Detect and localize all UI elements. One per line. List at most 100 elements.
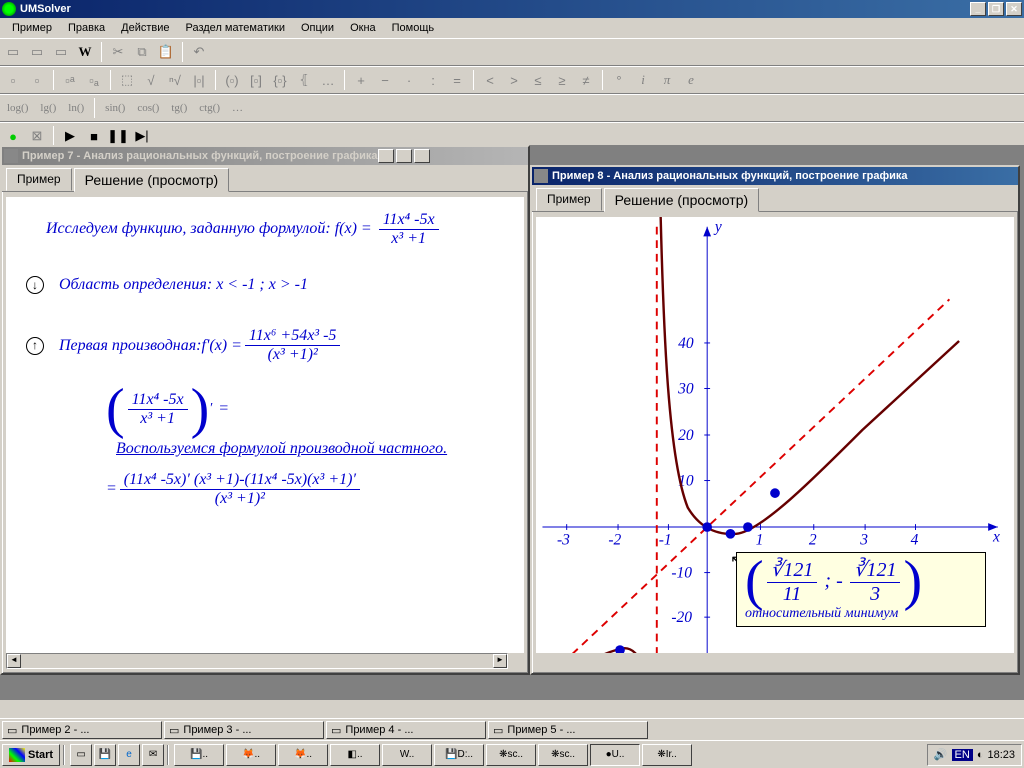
- template-2[interactable]: ▫: [26, 69, 48, 91]
- system-tray[interactable]: 🔊 EN ◐ 18:23: [927, 744, 1022, 766]
- fn-tg[interactable]: tg(): [166, 97, 192, 119]
- template-dots[interactable]: …: [317, 69, 339, 91]
- task-app-5[interactable]: W..: [382, 744, 432, 766]
- record-icon[interactable]: ●: [2, 125, 24, 147]
- fn-lg[interactable]: lg(): [35, 97, 61, 119]
- op-gt[interactable]: >: [503, 69, 525, 91]
- win7-hscroll[interactable]: ◄ ►: [6, 653, 508, 669]
- win7-tab-example[interactable]: Пример: [6, 168, 72, 191]
- op-div[interactable]: :: [422, 69, 444, 91]
- step-icon[interactable]: ▶|: [131, 125, 153, 147]
- template-system[interactable]: ⦃: [293, 69, 315, 91]
- op-lt[interactable]: <: [479, 69, 501, 91]
- template-brace[interactable]: {▫}: [269, 69, 291, 91]
- win7-maximize[interactable]: □: [396, 149, 412, 163]
- pause-icon[interactable]: ❚❚: [107, 125, 129, 147]
- restore-button[interactable]: ❐: [988, 2, 1004, 16]
- window7-titlebar[interactable]: Пример 7 - Анализ рациональных функций, …: [2, 147, 528, 165]
- fpx-label: f'(x) =: [202, 337, 242, 355]
- template-paren[interactable]: (▫): [221, 69, 243, 91]
- op-ne[interactable]: ≠: [575, 69, 597, 91]
- fn-log[interactable]: log(): [2, 97, 33, 119]
- op-eq[interactable]: =: [446, 69, 468, 91]
- sym-pi[interactable]: π: [656, 69, 678, 91]
- scroll-left-icon[interactable]: ◄: [7, 654, 21, 668]
- stop-icon[interactable]: ■: [83, 125, 105, 147]
- template-sqrt[interactable]: √: [140, 69, 162, 91]
- template-bracket[interactable]: [▫]: [245, 69, 267, 91]
- mdi-tab-4[interactable]: ▭Пример 4 - ...: [326, 721, 486, 739]
- sym-e[interactable]: e: [680, 69, 702, 91]
- minimize-button[interactable]: _: [970, 2, 986, 16]
- template-nroot[interactable]: ⁿ√: [164, 69, 186, 91]
- task-app-6[interactable]: 💾D:..: [434, 744, 484, 766]
- menu-math-section[interactable]: Раздел математики: [178, 20, 293, 36]
- task-umsolver[interactable]: ●U..: [590, 744, 640, 766]
- quick-save-icon[interactable]: 💾: [94, 744, 116, 766]
- fn-sin[interactable]: sin(): [100, 97, 130, 119]
- tray-volume-icon[interactable]: 🔊: [934, 748, 948, 761]
- task-app-1[interactable]: 💾..: [174, 744, 224, 766]
- w-icon[interactable]: W: [74, 41, 96, 63]
- start-button[interactable]: Start: [2, 744, 60, 766]
- window8-titlebar[interactable]: Пример 8 - Анализ рациональных функций, …: [532, 167, 1018, 185]
- menu-edit[interactable]: Правка: [60, 20, 113, 36]
- svg-text:3: 3: [859, 531, 868, 548]
- mdi-tab-5[interactable]: ▭Пример 5 - ...: [488, 721, 648, 739]
- fn-more[interactable]: …: [227, 97, 248, 119]
- menu-help[interactable]: Помощь: [384, 20, 443, 36]
- scroll-right-icon[interactable]: ►: [493, 654, 507, 668]
- clock[interactable]: 18:23: [987, 749, 1015, 761]
- op-le[interactable]: ≤: [527, 69, 549, 91]
- close-button[interactable]: ✕: [1006, 2, 1022, 16]
- tray-icon[interactable]: ◐: [977, 749, 984, 761]
- cut-icon[interactable]: ✂: [107, 41, 129, 63]
- quotient-rule-link[interactable]: Воспользуемся формулой производной частн…: [116, 440, 447, 458]
- menu-example[interactable]: Пример: [4, 20, 60, 36]
- win7-close[interactable]: ✕: [414, 149, 430, 163]
- undo-icon[interactable]: ↶: [188, 41, 210, 63]
- template-sup[interactable]: ▫ᵃ: [59, 69, 81, 91]
- task-app-2[interactable]: 🦊..: [226, 744, 276, 766]
- play-icon[interactable]: ▶: [59, 125, 81, 147]
- win8-tab-solution[interactable]: Решение (просмотр): [604, 188, 760, 212]
- sym-deg[interactable]: °: [608, 69, 630, 91]
- template-abs[interactable]: |▫|: [188, 69, 210, 91]
- win7-tab-solution[interactable]: Решение (просмотр): [74, 168, 230, 192]
- template-1[interactable]: ▫: [2, 69, 24, 91]
- op-plus[interactable]: +: [350, 69, 372, 91]
- menu-options[interactable]: Опции: [293, 20, 342, 36]
- op-mult[interactable]: ·: [398, 69, 420, 91]
- op-ge[interactable]: ≥: [551, 69, 573, 91]
- quick-outlook-icon[interactable]: ✉: [142, 744, 164, 766]
- stop-record-icon[interactable]: ⊠: [26, 125, 48, 147]
- folder-icon[interactable]: ▭: [26, 41, 48, 63]
- expand-down-icon[interactable]: ↓: [26, 276, 44, 294]
- fn-ctg[interactable]: ctg(): [194, 97, 225, 119]
- win7-minimize[interactable]: _: [378, 149, 394, 163]
- copy-icon[interactable]: ⧉: [131, 41, 153, 63]
- task-app-4[interactable]: ◧..: [330, 744, 380, 766]
- template-frac[interactable]: ⬚: [116, 69, 138, 91]
- win8-tab-example[interactable]: Пример: [536, 188, 602, 211]
- fn-cos[interactable]: cos(): [132, 97, 164, 119]
- expand-up-icon[interactable]: ↑: [26, 337, 44, 355]
- sym-i[interactable]: i: [632, 69, 654, 91]
- menu-windows[interactable]: Окна: [342, 20, 384, 36]
- save-icon[interactable]: ▭: [50, 41, 72, 63]
- op-minus[interactable]: −: [374, 69, 396, 91]
- paste-icon[interactable]: 📋: [155, 41, 177, 63]
- quick-desktop-icon[interactable]: ▭: [70, 744, 92, 766]
- mdi-tab-3[interactable]: ▭Пример 3 - ...: [164, 721, 324, 739]
- task-app-3[interactable]: 🦊..: [278, 744, 328, 766]
- task-app-8[interactable]: ❋sc..: [538, 744, 588, 766]
- lang-indicator[interactable]: EN: [952, 749, 973, 761]
- mdi-tab-2[interactable]: ▭Пример 2 - ...: [2, 721, 162, 739]
- quick-ie-icon[interactable]: e: [118, 744, 140, 766]
- fn-ln[interactable]: ln(): [63, 97, 89, 119]
- new-icon[interactable]: ▭: [2, 41, 24, 63]
- task-app-7[interactable]: ❋sc..: [486, 744, 536, 766]
- menu-action[interactable]: Действие: [113, 20, 177, 36]
- template-sub[interactable]: ▫ₐ: [83, 69, 105, 91]
- task-app-10[interactable]: ❋Ir..: [642, 744, 692, 766]
